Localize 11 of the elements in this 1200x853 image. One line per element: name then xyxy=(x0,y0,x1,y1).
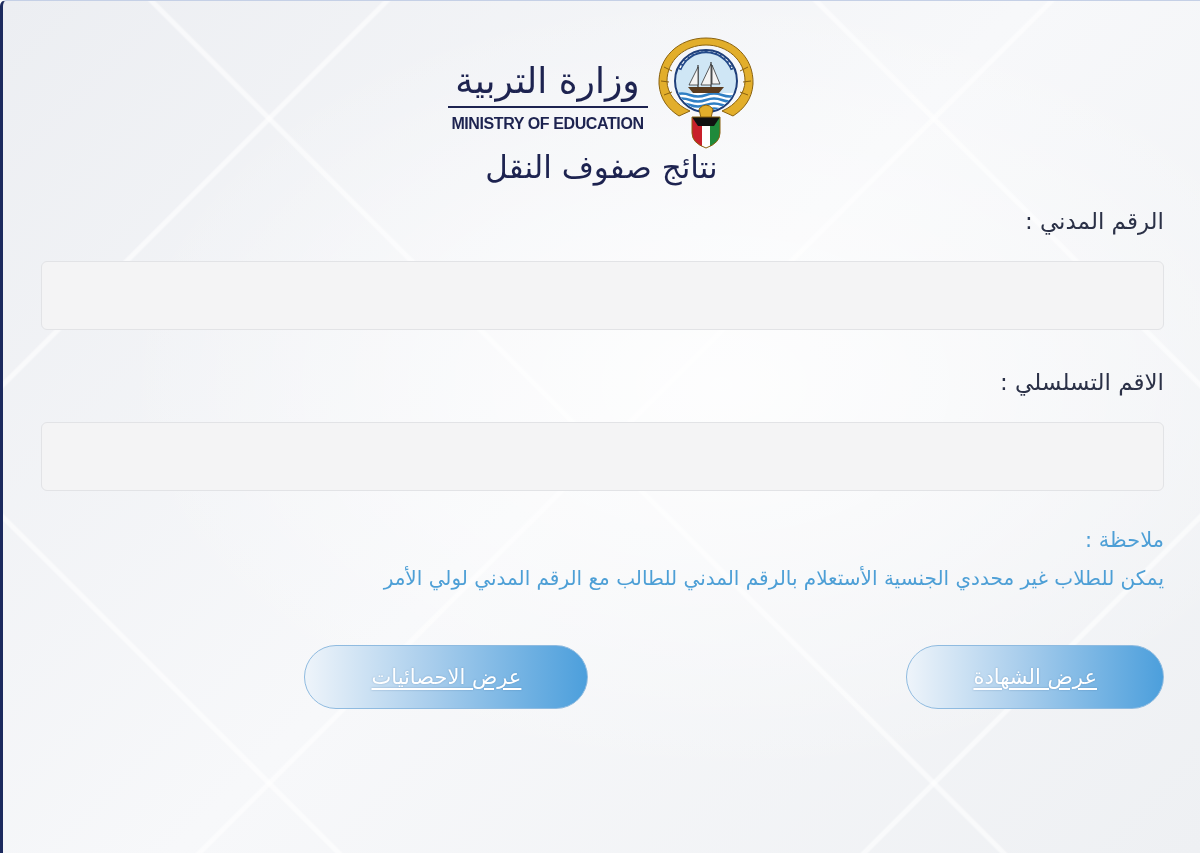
action-button[interactable]: عرض الاحصائيات xyxy=(304,645,589,709)
input-field[interactable] xyxy=(41,422,1164,491)
field-label: الاقم التسلسلي : xyxy=(1000,368,1164,398)
note-label: ملاحظة : xyxy=(1085,527,1164,554)
action-button[interactable]: عرض الشهادة xyxy=(906,645,1164,709)
note-text: يمكن للطلاب غير محددي الجنسية الأستعلام بالرقم المدني للطالب مع الرقم المدني لولي الأمر xyxy=(383,565,1164,593)
page-title: نتائج صفوف النقل xyxy=(485,149,718,185)
field-label: الرقم المدني : xyxy=(1024,207,1164,237)
ministry-name: وزارة التربية xyxy=(455,59,640,104)
input-field[interactable] xyxy=(41,261,1164,330)
ministry-name-english: MINISTRY OF EDUCATION xyxy=(451,114,644,134)
